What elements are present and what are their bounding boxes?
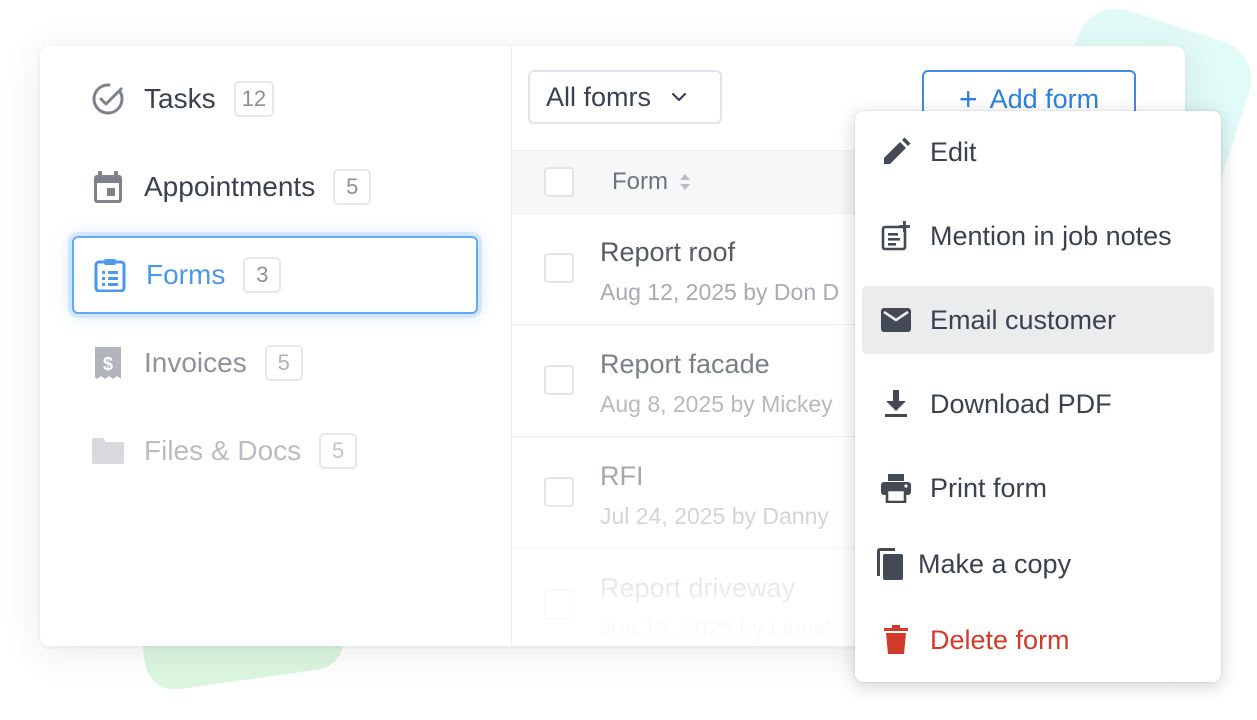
add-form-label: Add form bbox=[989, 83, 1100, 114]
sidebar-item-appointments[interactable]: Appointments 5 bbox=[72, 148, 478, 226]
sidebar-item-label: Files & Docs bbox=[144, 435, 302, 466]
note-add-icon bbox=[878, 218, 914, 254]
sidebar-item-invoices[interactable]: $ Invoices 5 bbox=[72, 324, 478, 402]
sidebar: Tasks 12 Appointments 5 Forms 3 $ Invoic… bbox=[40, 46, 512, 646]
printer-icon bbox=[878, 470, 914, 506]
row-checkbox[interactable] bbox=[544, 253, 574, 283]
menu-item-label: Download PDF bbox=[930, 388, 1112, 419]
copy-icon bbox=[872, 546, 908, 582]
count-badge: 5 bbox=[333, 169, 372, 205]
menu-item-print-form[interactable]: Print form bbox=[862, 454, 1214, 522]
menu-item-download-pdf[interactable]: Download PDF bbox=[862, 370, 1214, 438]
form-title: Report driveway bbox=[600, 573, 796, 603]
download-icon bbox=[878, 386, 914, 422]
menu-item-label: Make a copy bbox=[918, 548, 1072, 579]
menu-item-label: Print form bbox=[930, 472, 1048, 503]
svg-text:$: $ bbox=[103, 354, 113, 374]
filter-label: All fomrs bbox=[546, 81, 652, 112]
chevron-down-icon bbox=[671, 92, 687, 102]
menu-item-email-customer[interactable]: Email customer bbox=[862, 286, 1214, 354]
menu-item-edit[interactable]: Edit bbox=[862, 118, 1214, 186]
menu-item-label: Email customer bbox=[930, 304, 1117, 335]
clipboard-list-icon bbox=[92, 257, 128, 293]
row-checkbox[interactable] bbox=[544, 477, 574, 507]
form-title: Report roof bbox=[600, 237, 736, 267]
sidebar-item-forms[interactable]: Forms 3 bbox=[72, 236, 478, 314]
sidebar-item-tasks[interactable]: Tasks 12 bbox=[72, 60, 478, 138]
menu-item-delete-form[interactable]: Delete form bbox=[862, 606, 1214, 674]
menu-item-make-a-copy[interactable]: Make a copy bbox=[862, 530, 1214, 598]
menu-item-label: Edit bbox=[930, 136, 977, 167]
sidebar-item-label: Forms bbox=[146, 259, 226, 290]
calendar-icon bbox=[90, 169, 126, 205]
count-badge: 5 bbox=[319, 433, 358, 469]
count-badge: 12 bbox=[233, 81, 275, 117]
column-header-form[interactable]: Form bbox=[612, 168, 692, 196]
menu-item-mention-in-job-notes[interactable]: Mention in job notes bbox=[862, 202, 1214, 270]
select-all-checkbox[interactable] bbox=[544, 167, 574, 197]
row-checkbox[interactable] bbox=[544, 365, 574, 395]
form-title: RFI bbox=[600, 461, 644, 491]
form-meta: Aug 12, 2025 by Don D bbox=[600, 279, 840, 305]
sidebar-item-label: Invoices bbox=[144, 347, 247, 378]
menu-item-label: Mention in job notes bbox=[930, 220, 1172, 251]
form-meta: Aug 8, 2025 by Mickey bbox=[600, 391, 833, 417]
sidebar-item-label: Tasks bbox=[144, 83, 216, 114]
form-meta: Jun 18, 2025 by Lionel bbox=[600, 615, 832, 641]
count-badge: 3 bbox=[243, 257, 282, 293]
form-actions-menu: Edit Mention in job notes Email customer… bbox=[855, 111, 1221, 682]
trash-icon bbox=[878, 622, 914, 658]
form-meta: Jul 24, 2025 by Danny bbox=[600, 503, 829, 529]
envelope-icon bbox=[878, 302, 914, 338]
row-checkbox[interactable] bbox=[544, 589, 574, 619]
sidebar-item-label: Appointments bbox=[144, 171, 316, 202]
count-badge: 5 bbox=[264, 345, 303, 381]
sort-icon bbox=[678, 171, 692, 193]
forms-filter-dropdown[interactable]: All fomrs bbox=[528, 70, 722, 124]
pencil-icon bbox=[878, 134, 914, 170]
receipt-dollar-icon: $ bbox=[90, 345, 126, 381]
folder-icon bbox=[90, 433, 126, 469]
form-title: Report facade bbox=[600, 349, 770, 379]
column-header-label: Form bbox=[612, 168, 668, 195]
menu-item-label: Delete form bbox=[930, 624, 1070, 655]
check-circle-icon bbox=[90, 81, 126, 117]
sidebar-item-files-docs[interactable]: Files & Docs 5 bbox=[72, 412, 478, 490]
